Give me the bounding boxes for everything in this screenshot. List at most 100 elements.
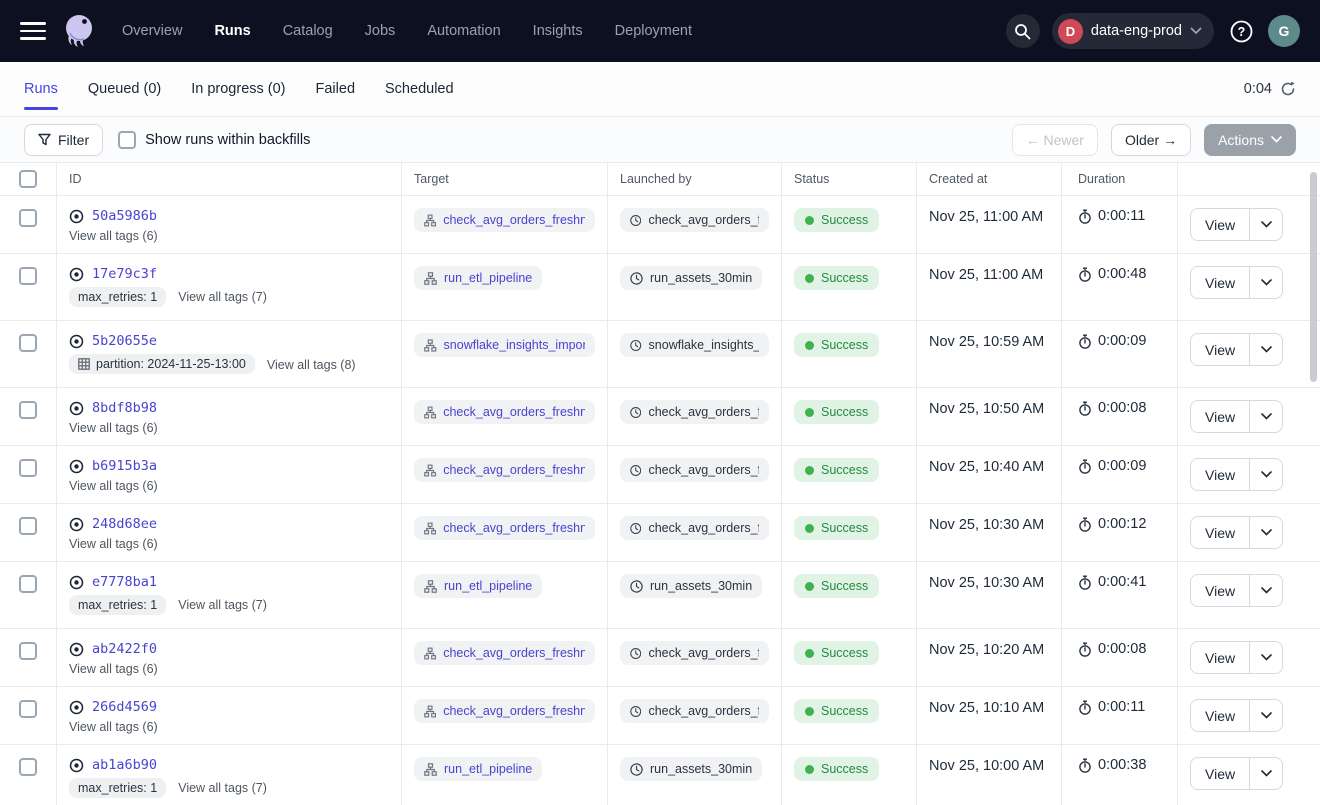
- view-button[interactable]: View: [1191, 209, 1249, 240]
- row-checkbox[interactable]: [19, 401, 37, 419]
- view-all-tags-link[interactable]: View all tags (6): [69, 537, 158, 551]
- deployment-switcher[interactable]: D data-eng-prod: [1052, 13, 1214, 49]
- run-id-link[interactable]: 50a5986b: [92, 208, 157, 224]
- nav-item-jobs[interactable]: Jobs: [365, 23, 396, 39]
- user-avatar[interactable]: G: [1268, 15, 1300, 47]
- view-dropdown-button[interactable]: [1249, 209, 1282, 240]
- target-pill[interactable]: run_etl_pipeline: [414, 266, 542, 290]
- view-all-tags-link[interactable]: View all tags (8): [267, 358, 356, 372]
- launched-by-pill[interactable]: run_assets_30min: [620, 757, 762, 781]
- view-dropdown-button[interactable]: [1249, 575, 1282, 606]
- target-pill[interactable]: check_avg_orders_freshne: [414, 458, 595, 482]
- dagster-logo-icon[interactable]: [60, 11, 100, 51]
- view-dropdown-button[interactable]: [1249, 267, 1282, 298]
- target-pill[interactable]: check_avg_orders_freshne: [414, 400, 595, 424]
- tab-queued[interactable]: Queued (0): [88, 62, 161, 116]
- nav-item-automation[interactable]: Automation: [427, 23, 500, 39]
- launched-by-pill[interactable]: check_avg_orders_f…: [620, 458, 769, 482]
- launched-by-pill[interactable]: check_avg_orders_f…: [620, 699, 769, 723]
- row-checkbox[interactable]: [19, 642, 37, 660]
- launched-by-pill[interactable]: snowflake_insights_…: [620, 333, 769, 357]
- view-dropdown-button[interactable]: [1249, 401, 1282, 432]
- view-button[interactable]: View: [1191, 401, 1249, 432]
- status-badge[interactable]: Success: [794, 641, 879, 665]
- status-badge[interactable]: Success: [794, 333, 879, 357]
- vertical-scrollbar[interactable]: [1310, 172, 1317, 382]
- view-button[interactable]: View: [1191, 642, 1249, 673]
- run-id-link[interactable]: 248d68ee: [92, 516, 157, 532]
- nav-item-insights[interactable]: Insights: [533, 23, 583, 39]
- refresh-icon[interactable]: [1280, 81, 1296, 97]
- run-id-link[interactable]: 5b20655e: [92, 333, 157, 349]
- view-button[interactable]: View: [1191, 758, 1249, 789]
- run-id-link[interactable]: 17e79c3f: [92, 266, 157, 282]
- launched-by-pill[interactable]: check_avg_orders_f…: [620, 516, 769, 540]
- view-dropdown-button[interactable]: [1249, 334, 1282, 365]
- view-all-tags-link[interactable]: View all tags (6): [69, 479, 158, 493]
- nav-item-runs[interactable]: Runs: [214, 23, 250, 39]
- view-all-tags-link[interactable]: View all tags (7): [178, 598, 267, 612]
- row-checkbox[interactable]: [19, 267, 37, 285]
- row-checkbox[interactable]: [19, 700, 37, 718]
- run-tag[interactable]: partition: 2024-11-25-13:00: [69, 354, 255, 374]
- target-pill[interactable]: check_avg_orders_freshne: [414, 516, 595, 540]
- row-checkbox[interactable]: [19, 517, 37, 535]
- status-badge[interactable]: Success: [794, 574, 879, 598]
- launched-by-pill[interactable]: check_avg_orders_f…: [620, 400, 769, 424]
- view-dropdown-button[interactable]: [1249, 758, 1282, 789]
- target-pill[interactable]: snowflake_insights_import: [414, 333, 595, 357]
- run-tag[interactable]: max_retries: 1: [69, 287, 166, 307]
- target-pill[interactable]: run_etl_pipeline: [414, 757, 542, 781]
- status-badge[interactable]: Success: [794, 266, 879, 290]
- status-badge[interactable]: Success: [794, 400, 879, 424]
- view-button[interactable]: View: [1191, 334, 1249, 365]
- view-button[interactable]: View: [1191, 575, 1249, 606]
- view-all-tags-link[interactable]: View all tags (6): [69, 421, 158, 435]
- view-all-tags-link[interactable]: View all tags (6): [69, 662, 158, 676]
- help-button[interactable]: ?: [1226, 16, 1256, 46]
- view-button[interactable]: View: [1191, 267, 1249, 298]
- run-tag[interactable]: max_retries: 1: [69, 778, 166, 798]
- run-id-link[interactable]: e7778ba1: [92, 574, 157, 590]
- row-checkbox[interactable]: [19, 758, 37, 776]
- run-id-link[interactable]: 8bdf8b98: [92, 400, 157, 416]
- launched-by-pill[interactable]: check_avg_orders_f…: [620, 641, 769, 665]
- filter-button[interactable]: Filter: [24, 124, 103, 156]
- view-button[interactable]: View: [1191, 459, 1249, 490]
- show-backfills-checkbox[interactable]: [118, 131, 136, 149]
- view-dropdown-button[interactable]: [1249, 459, 1282, 490]
- view-dropdown-button[interactable]: [1249, 642, 1282, 673]
- actions-button[interactable]: Actions: [1204, 124, 1296, 156]
- tab-in-progress[interactable]: In progress (0): [191, 62, 285, 116]
- older-button[interactable]: Older →: [1111, 124, 1191, 156]
- status-badge[interactable]: Success: [794, 757, 879, 781]
- status-badge[interactable]: Success: [794, 458, 879, 482]
- launched-by-pill[interactable]: run_assets_30min: [620, 574, 762, 598]
- target-pill[interactable]: check_avg_orders_freshne: [414, 699, 595, 723]
- row-checkbox[interactable]: [19, 575, 37, 593]
- select-all-checkbox[interactable]: [19, 170, 37, 188]
- row-checkbox[interactable]: [19, 334, 37, 352]
- nav-item-overview[interactable]: Overview: [122, 23, 182, 39]
- nav-item-catalog[interactable]: Catalog: [283, 23, 333, 39]
- target-pill[interactable]: run_etl_pipeline: [414, 574, 542, 598]
- view-dropdown-button[interactable]: [1249, 700, 1282, 731]
- hamburger-menu-icon[interactable]: [20, 22, 46, 40]
- view-dropdown-button[interactable]: [1249, 517, 1282, 548]
- search-button[interactable]: [1006, 14, 1040, 48]
- tab-failed[interactable]: Failed: [316, 62, 356, 116]
- launched-by-pill[interactable]: run_assets_30min: [620, 266, 762, 290]
- status-badge[interactable]: Success: [794, 699, 879, 723]
- run-id-link[interactable]: b6915b3a: [92, 458, 157, 474]
- tab-scheduled[interactable]: Scheduled: [385, 62, 454, 116]
- view-button[interactable]: View: [1191, 517, 1249, 548]
- run-id-link[interactable]: ab1a6b90: [92, 757, 157, 773]
- view-all-tags-link[interactable]: View all tags (6): [69, 229, 158, 243]
- tab-runs[interactable]: Runs: [24, 62, 58, 116]
- target-pill[interactable]: check_avg_orders_freshne: [414, 208, 595, 232]
- run-id-link[interactable]: 266d4569: [92, 699, 157, 715]
- row-checkbox[interactable]: [19, 459, 37, 477]
- run-tag[interactable]: max_retries: 1: [69, 595, 166, 615]
- view-all-tags-link[interactable]: View all tags (6): [69, 720, 158, 734]
- view-button[interactable]: View: [1191, 700, 1249, 731]
